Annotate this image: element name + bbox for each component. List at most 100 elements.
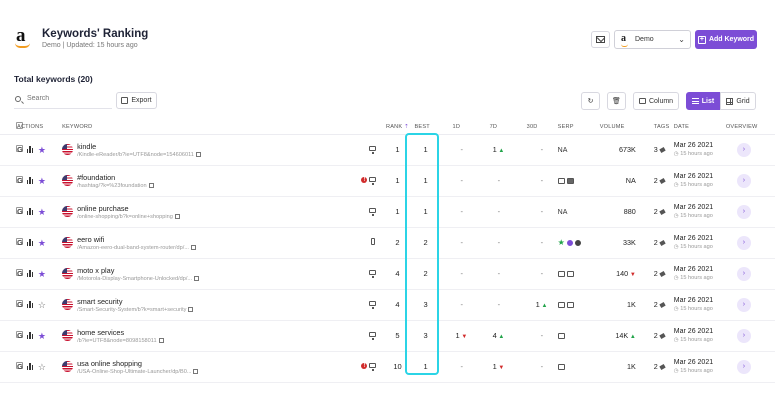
- star-icon[interactable]: ★: [38, 238, 46, 247]
- overview-button[interactable]: ›: [736, 173, 751, 188]
- header-rank-label: RANK: [385, 123, 403, 130]
- overview-button[interactable]: ›: [736, 328, 751, 343]
- column-button[interactable]: Column: [633, 92, 679, 110]
- serp-features[interactable]: [557, 363, 600, 370]
- keyword-name[interactable]: moto x play: [77, 266, 114, 275]
- keyword-url[interactable]: /Smart-Security-System/b?k=smart+securit…: [77, 306, 194, 313]
- serp-features[interactable]: ★: [558, 238, 600, 246]
- add-keyword-button[interactable]: + Add Keyword: [695, 30, 757, 49]
- google-icon[interactable]: G: [17, 207, 23, 216]
- star-icon[interactable]: ★: [38, 176, 46, 185]
- google-icon[interactable]: G: [17, 362, 23, 371]
- external-link-icon[interactable]: [195, 151, 201, 157]
- google-icon[interactable]: G: [17, 145, 23, 154]
- keyword-url[interactable]: /Motorola-Display-Smartphone-Unlocked/dp…: [77, 275, 200, 282]
- serp-features[interactable]: [557, 332, 600, 339]
- header-7d[interactable]: 7D: [489, 120, 527, 135]
- serp-features[interactable]: [557, 270, 600, 277]
- google-icon[interactable]: G: [17, 238, 23, 247]
- table-row[interactable]: G ★ #foundation/hashtag/?k=%23foundation! 1…: [0, 165, 775, 197]
- tags-cell[interactable]: 2: [653, 165, 674, 197]
- external-link-icon[interactable]: [174, 213, 180, 219]
- google-icon[interactable]: G: [17, 331, 23, 340]
- chart-icon[interactable]: [26, 270, 34, 277]
- star-icon[interactable]: ★: [38, 269, 46, 278]
- google-icon[interactable]: G: [17, 300, 23, 309]
- tags-cell[interactable]: 2: [653, 227, 674, 259]
- header-30d[interactable]: 30D: [526, 120, 558, 135]
- tags-cell[interactable]: 2: [653, 351, 674, 383]
- keyword-url[interactable]: /Kindle-eReader/b?ie=UTF8&node=154606011: [77, 151, 201, 158]
- star-icon[interactable]: ★: [38, 145, 46, 154]
- export-button[interactable]: Export: [116, 92, 157, 109]
- external-link-icon[interactable]: [158, 337, 164, 343]
- keyword-url[interactable]: /Amazon-eero-dual-band-system-router/dp/…: [77, 244, 196, 251]
- table-row[interactable]: G ☆ usa online shopping/USA-Online-Shop-Ul…: [0, 351, 775, 383]
- overview-button[interactable]: ›: [736, 359, 751, 374]
- delete-button[interactable]: 🗑: [607, 92, 626, 110]
- keyword-name[interactable]: usa online shopping: [77, 359, 142, 368]
- search-field[interactable]: [14, 92, 112, 109]
- table-row[interactable]: G ★ kindle/Kindle-eReader/b?ie=UTF8&node=1…: [0, 134, 775, 166]
- header-volume[interactable]: VOLUME: [599, 120, 654, 135]
- table-row[interactable]: G ★ online purchase/online-shopping/b?k=on…: [0, 196, 775, 228]
- table-row[interactable]: G ★ home services/b?ie=UTF8&node=809815801…: [0, 320, 775, 352]
- header-keyword[interactable]: KEYWORD: [62, 120, 381, 135]
- grid-view-button[interactable]: Grid: [720, 92, 756, 110]
- chart-icon[interactable]: [26, 239, 34, 246]
- header-tags[interactable]: TAGS: [653, 120, 674, 135]
- keyword-name[interactable]: kindle: [77, 142, 96, 151]
- keyword-url[interactable]: /USA-Online-Shop-Ultimate-Launcher/dp/B0…: [77, 368, 199, 375]
- keyword-url[interactable]: /hashtag/?k=%23foundation: [77, 182, 154, 189]
- chart-icon[interactable]: [26, 208, 34, 215]
- star-icon[interactable]: ★: [38, 331, 46, 340]
- star-icon[interactable]: ☆: [38, 362, 46, 371]
- table-row[interactable]: G ★ eero wifi/Amazon-eero-dual-band-system…: [0, 227, 775, 259]
- header-best[interactable]: BEST: [414, 120, 453, 135]
- keyword-name[interactable]: #foundation: [77, 173, 115, 182]
- chart-icon[interactable]: [26, 146, 34, 153]
- tags-cell[interactable]: 2: [653, 320, 674, 352]
- chart-icon[interactable]: [26, 363, 34, 370]
- external-link-icon[interactable]: [188, 306, 194, 312]
- search-input[interactable]: [27, 95, 107, 102]
- chart-icon[interactable]: [26, 301, 34, 308]
- google-icon[interactable]: G: [17, 269, 23, 278]
- chart-icon[interactable]: [26, 332, 34, 339]
- table-row[interactable]: G ☆ smart security/Smart-Security-System/b…: [0, 289, 775, 321]
- external-link-icon[interactable]: [193, 368, 199, 374]
- tags-cell[interactable]: 2: [653, 196, 674, 228]
- serp-features[interactable]: [557, 301, 600, 308]
- keyword-name[interactable]: eero wifi: [77, 235, 104, 244]
- keyword-url[interactable]: /online-shopping/b?k=online+shopping: [77, 213, 180, 220]
- keyword-name[interactable]: online purchase: [77, 204, 129, 213]
- overview-button[interactable]: ›: [736, 142, 751, 157]
- refresh-button[interactable]: ↻: [581, 92, 600, 110]
- header-1d[interactable]: 1D: [452, 120, 490, 135]
- header-serp[interactable]: SERP: [557, 120, 600, 135]
- star-icon[interactable]: ★: [38, 207, 46, 216]
- header-date[interactable]: DATE: [673, 120, 726, 135]
- account-select[interactable]: a Demo ⌄: [614, 30, 691, 49]
- mail-button[interactable]: [591, 31, 610, 48]
- chart-icon[interactable]: [26, 177, 34, 184]
- serp-features[interactable]: [557, 177, 600, 184]
- google-icon[interactable]: G: [17, 176, 23, 185]
- tags-cell[interactable]: 2: [653, 289, 674, 321]
- header-rank[interactable]: RANK ⇡: [380, 120, 415, 135]
- overview-button[interactable]: ›: [736, 235, 751, 250]
- star-icon[interactable]: ☆: [38, 300, 46, 309]
- keyword-name[interactable]: smart security: [77, 297, 122, 306]
- external-link-icon[interactable]: [194, 275, 200, 281]
- tags-cell[interactable]: 2: [653, 258, 674, 290]
- table-row[interactable]: G ★ moto x play/Motorola-Display-Smartphon…: [0, 258, 775, 290]
- overview-button[interactable]: ›: [736, 204, 751, 219]
- overview-button[interactable]: ›: [736, 266, 751, 281]
- external-link-icon[interactable]: [148, 182, 154, 188]
- overview-button[interactable]: ›: [736, 297, 751, 312]
- external-link-icon[interactable]: [191, 244, 196, 250]
- keyword-url[interactable]: /b?ie=UTF8&node=8098158011: [77, 337, 164, 344]
- keyword-name[interactable]: home services: [77, 328, 124, 337]
- list-view-button[interactable]: List: [686, 92, 720, 110]
- tags-cell[interactable]: 3: [653, 134, 674, 166]
